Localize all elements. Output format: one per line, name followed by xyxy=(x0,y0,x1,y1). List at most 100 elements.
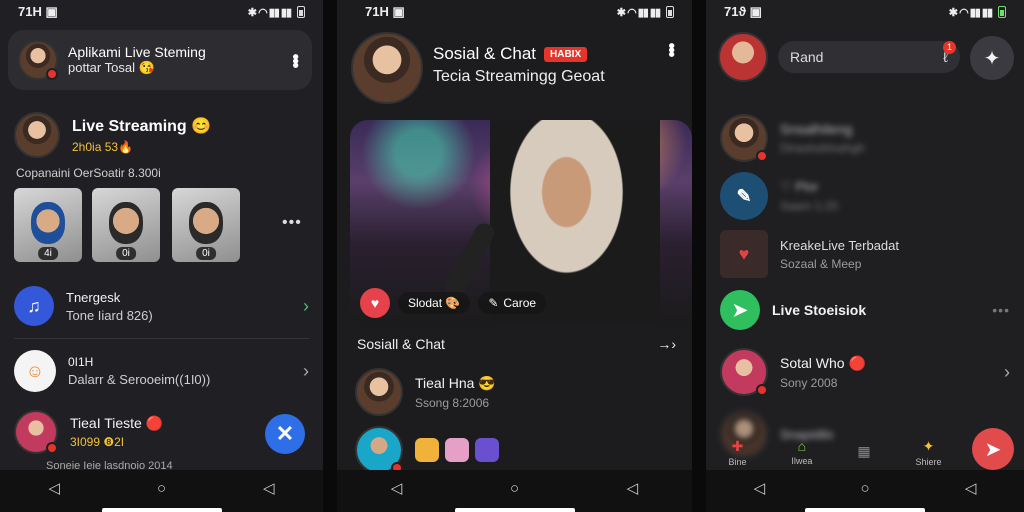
nav-recents-icon[interactable]: ◁ xyxy=(965,479,977,497)
tab-grid[interactable]: ▦ xyxy=(857,443,870,462)
share-button[interactable]: Slodat 🎨 xyxy=(398,292,471,314)
app-card-title: Aplikami Live Steming xyxy=(68,44,206,60)
notification-badge: 1 xyxy=(943,40,956,54)
list-item[interactable]: ✎ ♡ Plor Saam 1:20 xyxy=(720,172,1010,220)
profile-avatar[interactable] xyxy=(351,32,423,104)
status-icons: ✱ ◠ ▮▮ ▮▮ xyxy=(617,6,674,19)
chevron-right-icon[interactable]: › xyxy=(303,296,309,317)
list-item-title: Tnergesk xyxy=(66,289,121,305)
home-indicator xyxy=(101,508,222,512)
nav-recents-icon[interactable]: ◁ xyxy=(627,479,639,497)
more-menu-icon[interactable]: ••• xyxy=(286,54,306,67)
chevron-right-icon[interactable]: › xyxy=(1004,362,1010,383)
nav-home-icon[interactable]: ○ xyxy=(510,480,519,497)
nav-home-icon[interactable]: ○ xyxy=(157,480,166,497)
status-time: 71H ▣ xyxy=(18,4,58,19)
gap xyxy=(692,0,706,512)
list-item[interactable]: ☺ 0I1H Dalarr & Serooeim((1I0)) › xyxy=(14,350,309,392)
post-item[interactable]: Tieal Hna 😎 Ssong 8:2006 xyxy=(355,368,678,416)
battery-icon xyxy=(998,6,1006,18)
tab-label: Bine xyxy=(728,456,747,467)
stream-thumbnail[interactable]: 4i xyxy=(14,188,82,262)
viewer-count: 0i xyxy=(196,247,216,260)
stage: 71H ▣ ✱ ◠ ▮▮ ▮▮ Aplikami Live Steming po… xyxy=(0,0,1024,512)
list-item[interactable]: Sotal Who 🔴 Sony 2008 › xyxy=(720,348,1010,396)
story-sticker-icon[interactable] xyxy=(445,438,469,462)
list-item-title: ♡ Plor xyxy=(780,179,819,194)
chat-button[interactable]: ✎ Caroe xyxy=(478,292,547,314)
story-sticker-icon[interactable] xyxy=(415,438,439,462)
nav-back-icon[interactable]: ◁ xyxy=(754,479,766,497)
stream-thumbnail[interactable]: 0i xyxy=(172,188,240,262)
avatar[interactable] xyxy=(355,426,403,474)
chat-label: Caroe xyxy=(503,296,537,310)
search-input[interactable]: Rand ℓ1 xyxy=(778,40,960,73)
live-dot-icon xyxy=(756,150,768,162)
nav-back-icon[interactable]: ◁ xyxy=(48,479,60,497)
app-card-subtitle: pottar Tosal 😘 xyxy=(68,60,155,75)
list-item[interactable]: ♥ KreakeLive Terbadat Sozaal & Meep xyxy=(720,230,1010,278)
add-friend-button[interactable]: ✦ xyxy=(970,36,1014,80)
thumbnail-person xyxy=(109,202,143,244)
nav-back-icon[interactable]: ◁ xyxy=(391,479,403,497)
header-subtitle: Tecia Streamingg Geoat xyxy=(433,68,605,85)
live-video-card[interactable]: ♥ Slodat 🎨 ✎ Caroe xyxy=(350,120,692,326)
story-sticker-icon[interactable] xyxy=(475,438,499,462)
search-placeholder: Rand xyxy=(790,49,824,65)
status-bar: 71H ▣ ✱ ◠ ▮▮ ▮▮ xyxy=(337,0,692,24)
avatar xyxy=(18,40,58,80)
fab-close-button[interactable]: ✕ xyxy=(265,414,305,454)
heart-icon: ♥ xyxy=(720,230,768,278)
system-nav-bar: ◁ ○ ◁ xyxy=(337,470,692,512)
see-all-link[interactable]: →› xyxy=(657,336,676,352)
more-thumbnails-icon[interactable]: ••• xyxy=(282,214,302,232)
list-item-subtitle: Sozaal & Meep xyxy=(780,256,862,271)
video-controls: ♥ Slodat 🎨 ✎ Caroe xyxy=(360,288,547,318)
profile-avatar[interactable] xyxy=(718,32,768,82)
section-caption: Copanaini OerSoatir 8.300i xyxy=(16,166,161,180)
avatar xyxy=(720,348,768,396)
list-item[interactable]: ♫ Tnergesk Tone Iiard 826) › xyxy=(14,286,309,326)
heart-button[interactable]: ♥ xyxy=(360,288,390,318)
post-subtitle: Ssong 8:2006 xyxy=(415,395,490,410)
app-card[interactable]: Aplikami Live Steming pottar Tosal 😘 ••• xyxy=(8,30,312,90)
avatar xyxy=(720,114,768,162)
thumbnail-person xyxy=(189,202,223,244)
list-item[interactable]: Snsalhileng Diraolodrloahgh xyxy=(720,114,1010,162)
chat-icon: ✎ xyxy=(488,296,499,310)
more-options-icon[interactable]: ••• xyxy=(992,302,1010,318)
live-section-header[interactable]: Live Streaming 😊 2h0ia 53🔥 xyxy=(14,112,309,158)
home-indicator xyxy=(454,508,575,512)
share-label: Slodat 🎨 xyxy=(408,296,461,310)
list-item-title: TieaI Tieste 🔴 xyxy=(70,415,164,431)
list-item-subtitle: Tone Iiard 826) xyxy=(66,307,153,323)
notification-icon[interactable]: ℓ1 xyxy=(943,40,956,66)
section-title: Sosiall & Chat xyxy=(357,336,445,352)
tab-home[interactable]: ⌂ Ilwea xyxy=(791,438,812,466)
emoji-icon: ☺ xyxy=(14,350,56,392)
live-dot-icon xyxy=(46,68,58,80)
divider xyxy=(14,338,309,339)
more-menu-icon[interactable]: ••• xyxy=(662,43,682,56)
avatar xyxy=(355,368,403,416)
list-item-subtitle: Saam 1:20 xyxy=(780,199,839,213)
live-tag: HABIX xyxy=(544,46,588,62)
status-time: 71H ▣ xyxy=(365,4,405,19)
stream-thumbnail[interactable]: 0i xyxy=(92,188,160,262)
gift-icon: ✚ xyxy=(731,437,744,454)
tab-gift[interactable]: ✚ Bine xyxy=(728,438,746,467)
avatar xyxy=(14,410,58,454)
tab-label: Shiere xyxy=(915,456,942,467)
tab-stars[interactable]: ✦ Shiere xyxy=(915,438,941,467)
post-title: Tieal Hna 😎 xyxy=(415,374,496,391)
list-item-subtitle: Dalarr & Serooeim((1I0)) xyxy=(68,372,211,387)
chevron-right-icon[interactable]: › xyxy=(303,361,309,382)
nav-recents-icon[interactable]: ◁ xyxy=(263,479,275,497)
system-nav-bar: ◁ ○ ◁ xyxy=(0,470,323,512)
nav-home-icon[interactable]: ○ xyxy=(860,480,869,497)
fab-send-button[interactable]: ➤ xyxy=(972,428,1014,470)
star-icon: ✦ xyxy=(922,437,935,454)
viewer-count: 0i xyxy=(116,247,136,260)
phone-screen-1: 71H ▣ ✱ ◠ ▮▮ ▮▮ Aplikami Live Steming po… xyxy=(0,0,323,512)
list-item[interactable]: ➤ Live Stoeisiok ••• xyxy=(720,290,1010,330)
